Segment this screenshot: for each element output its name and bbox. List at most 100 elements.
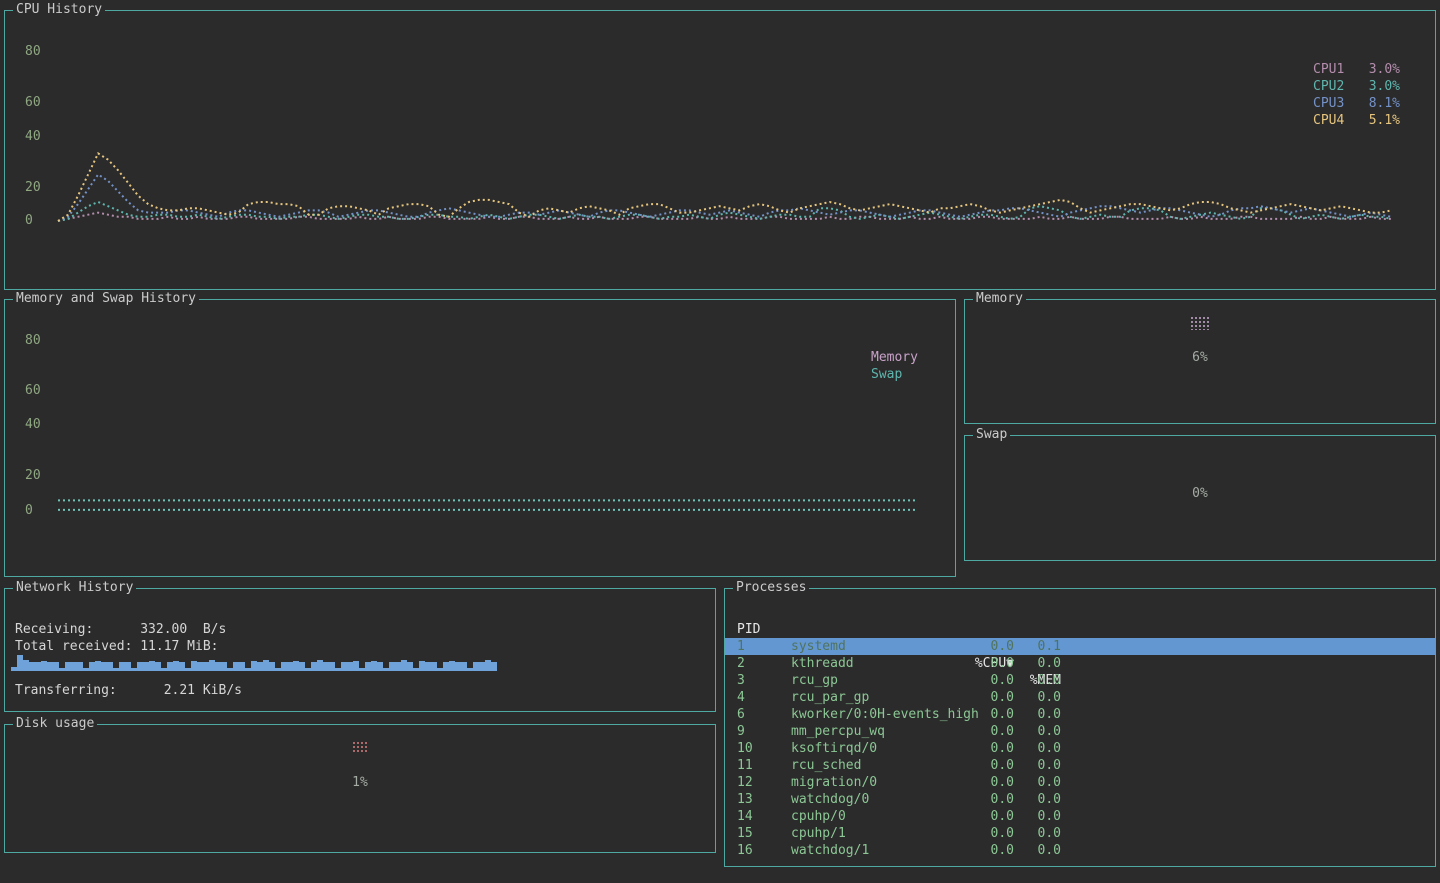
disk-percent: 1% [352, 774, 368, 791]
network-receiving-sparkline [11, 655, 497, 671]
y-tick-label: 40 [25, 129, 41, 145]
process-mem: 0.0 [1014, 774, 1061, 791]
process-command: cpuhp/0 [791, 808, 846, 825]
process-cpu: 0.0 [971, 808, 1014, 825]
memory-swap-legend: MemorySwap [871, 349, 918, 383]
process-command: watchdog/1 [791, 842, 869, 859]
process-command: rcu_sched [791, 757, 861, 774]
process-mem: 0.0 [1014, 825, 1061, 842]
series-cpu3 [58, 175, 1391, 222]
process-pid: 6 [737, 706, 745, 723]
process-cpu: 0.0 [971, 638, 1014, 655]
y-tick-label: 40 [25, 417, 41, 433]
y-tick-label: 80 [25, 333, 41, 349]
process-row[interactable]: 13watchdog/00.00.0 [725, 791, 1435, 808]
process-row[interactable]: 12 migration/0 0.00.0 [725, 774, 1435, 791]
process-pid: 13 [737, 791, 753, 808]
process-row[interactable]: 4 rcu_par_gp 0.00.0 [725, 689, 1435, 706]
network-history-title: Network History [13, 580, 136, 596]
y-tick-label: 20 [25, 468, 41, 484]
process-pid: 10 [737, 740, 753, 757]
column-header-pid[interactable]: PID [737, 621, 760, 638]
memory-title: Memory [973, 291, 1026, 307]
network-total-received-line: Total received: 11.17 MiB: [15, 638, 219, 655]
process-command: mm_percpu_wq [791, 723, 885, 740]
process-pid: 4 [737, 689, 745, 706]
process-list: 1systemd0.00.12kthreadd0.00.03rcu_gp0.00… [725, 638, 1435, 859]
memory-swap-history-panel: Memory and Swap History 806040200 Memory… [4, 299, 956, 577]
swap-title: Swap [973, 427, 1010, 443]
process-cpu: 0.0 [971, 655, 1014, 672]
process-row[interactable]: 10 ksoftirqd/0 0.00.0 [725, 740, 1435, 757]
process-row-selected[interactable]: 1 systemd 0.00.1 [725, 638, 1435, 655]
cpu-history-panel: CPU History 806040200 CPU13.0%CPU23.0%CP… [4, 10, 1436, 290]
legend-label: CPU2 [1313, 78, 1355, 95]
legend-value: 8.1% [1355, 95, 1400, 112]
process-row[interactable]: 6kworker/0:0H-events_high0.00.0 [725, 706, 1435, 723]
process-mem: 0.0 [1014, 655, 1061, 672]
legend-label: CPU1 [1313, 61, 1355, 78]
y-tick-label: 20 [25, 180, 41, 196]
process-mem: 0.0 [1014, 808, 1061, 825]
y-tick-label: 60 [25, 383, 41, 399]
cpu-legend-item: CPU13.0% [1313, 61, 1400, 78]
process-command: rcu_gp [791, 672, 838, 689]
process-cpu: 0.0 [971, 672, 1014, 689]
process-pid: 3 [737, 672, 745, 689]
process-cpu: 0.0 [971, 723, 1014, 740]
process-cpu: 0.0 [971, 774, 1014, 791]
disk-usage-title: Disk usage [13, 716, 97, 732]
processes-header-row: PID Command %CPU▼ %MEM [725, 604, 1435, 621]
y-tick-label: 80 [25, 44, 41, 60]
process-command: kworker/0:0H-events_high [791, 706, 979, 723]
network-history-panel: Network History Receiving: 332.00 B/s To… [4, 588, 716, 712]
process-pid: 9 [737, 723, 745, 740]
legend-label: CPU3 [1313, 95, 1355, 112]
legend-value: 3.0% [1355, 78, 1400, 95]
legend-value: 3.0% [1355, 61, 1400, 78]
process-row[interactable]: 14cpuhp/00.00.0 [725, 808, 1435, 825]
process-command: systemd [791, 638, 846, 655]
cpu-legend-item: CPU45.1% [1313, 112, 1400, 129]
process-cpu: 0.0 [971, 842, 1014, 859]
y-tick-label: 0 [25, 503, 33, 519]
memory-panel: Memory 6% [964, 299, 1436, 424]
process-mem: 0.0 [1014, 723, 1061, 740]
process-command: kthreadd [791, 655, 854, 672]
process-row[interactable]: 2kthreadd0.00.0 [725, 655, 1435, 672]
process-cpu: 0.0 [971, 706, 1014, 723]
process-command: cpuhp/1 [791, 825, 846, 842]
process-mem: 0.0 [1014, 740, 1061, 757]
network-transferring-line: Transferring: 2.21 KiB/s [15, 682, 242, 699]
process-command: migration/0 [791, 774, 877, 791]
cpu-legend: CPU13.0%CPU23.0%CPU38.1%CPU45.1% [1313, 61, 1400, 129]
process-cpu: 0.0 [971, 740, 1014, 757]
process-mem: 0.0 [1014, 689, 1061, 706]
process-row[interactable]: 11rcu_sched0.00.0 [725, 757, 1435, 774]
process-mem: 0.0 [1014, 672, 1061, 689]
process-command: ksoftirqd/0 [791, 740, 877, 757]
process-row[interactable]: 15cpuhp/10.00.0 [725, 825, 1435, 842]
y-tick-label: 60 [25, 95, 41, 111]
process-mem: 0.0 [1014, 706, 1061, 723]
process-pid: 12 [737, 774, 753, 791]
memory-swap-history-chart [5, 300, 955, 576]
y-tick-label: 0 [25, 213, 33, 229]
processes-title: Processes [733, 580, 809, 596]
process-cpu: 0.0 [971, 825, 1014, 842]
sparkline-bar [491, 662, 497, 671]
process-mem: 0.1 [1014, 638, 1061, 655]
process-row[interactable]: 9 mm_percpu_wq 0.00.0 [725, 723, 1435, 740]
cpu-legend-item: CPU38.1% [1313, 95, 1400, 112]
process-row[interactable]: 3 rcu_gp 0.00.0 [725, 672, 1435, 689]
process-pid: 1 [737, 638, 745, 655]
process-cpu: 0.0 [971, 791, 1014, 808]
process-cpu: 0.0 [971, 689, 1014, 706]
swap-panel: Swap 0% [964, 435, 1436, 561]
process-mem: 0.0 [1014, 842, 1061, 859]
process-row[interactable]: 16watchdog/10.00.0 [725, 842, 1435, 859]
disk-donut-icon [352, 741, 368, 754]
cpu-history-chart [5, 11, 1435, 289]
process-command: rcu_par_gp [791, 689, 869, 706]
process-mem: 0.0 [1014, 791, 1061, 808]
